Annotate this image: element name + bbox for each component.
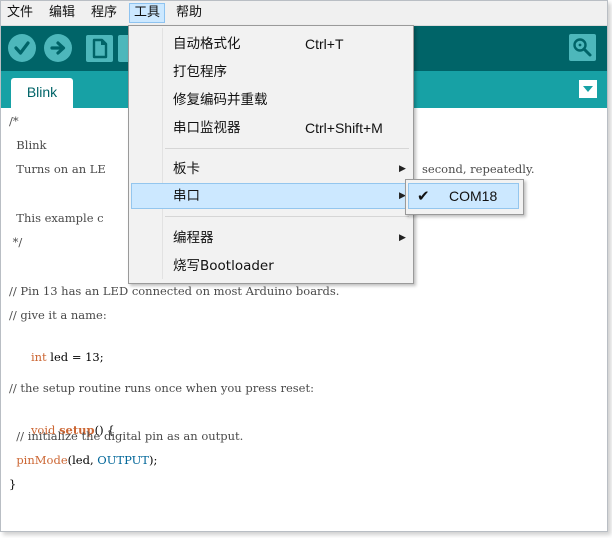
code-line: } [9,477,17,491]
port-submenu: ✔ COM18 [405,179,524,215]
code-line: /* [9,114,19,128]
code-line: Turns on an LE [9,162,106,176]
code-line: // initialize the digital pin as an outp… [9,429,244,443]
menu-separator [165,148,409,149]
code-line: pinMode(led, OUTPUT); [9,451,157,469]
menu-item-label: 编程器 [173,230,214,246]
menu-tools[interactable]: 工具 [129,3,166,23]
tab-blink[interactable]: Blink [11,78,73,108]
menu-bar: 文件 编辑 程序 工具 帮助 [1,1,607,26]
menu-item-label: 修复编码并重载 [173,92,268,108]
upload-button[interactable] [44,34,72,62]
code-line: void setup() { [9,403,115,437]
menu-file[interactable]: 文件 [3,3,37,23]
keyword: int [30,350,47,364]
menu-separator [165,216,409,217]
menu-item-archive-sketch[interactable]: 打包程序 [131,59,409,85]
checkmark-icon: ✔ [417,187,430,205]
shortcut-label: Ctrl+T [305,36,344,52]
upload-icon [50,41,66,55]
code-line-fragment: second, repeatedly. [422,162,535,176]
code-line: // the setup routine runs once when you … [9,381,314,395]
menu-edit[interactable]: 编辑 [45,3,79,23]
new-button[interactable] [86,35,113,62]
code-line: // Pin 13 has an LED connected on most A… [9,284,340,298]
serial-monitor-icon [573,38,592,57]
menu-item-label: 自动格式化 [173,36,241,52]
menu-item-label: 打包程序 [173,64,227,80]
menu-item-fix-encoding[interactable]: 修复编码并重载 [131,87,409,113]
code-text: (led, [67,453,98,467]
menu-item-auto-format[interactable]: 自动格式化 Ctrl+T [131,31,409,57]
menu-sketch[interactable]: 程序 [87,3,121,23]
menu-item-burn-bootloader[interactable]: 烧写Bootloader [131,253,409,279]
chevron-down-icon [583,86,593,92]
serial-monitor-button[interactable] [569,34,596,61]
code-text: led = 13; [46,350,104,364]
tools-menu: 自动格式化 Ctrl+T 打包程序 修复编码并重载 串口监视器 Ctrl+Shi… [128,25,414,284]
menu-item-programmer[interactable]: 编程器 ▶ [131,225,409,251]
menu-item-label: 串口监视器 [173,120,241,136]
code-text: ); [148,453,158,467]
code-line: This example c [9,211,104,225]
function-call: pinMode [16,453,68,467]
code-line: */ [9,235,23,249]
submenu-arrow-icon: ▶ [399,233,406,243]
menu-item-port[interactable]: 串口 ▶ [131,183,409,209]
code-line: Blink [9,138,47,152]
menu-item-label: 烧写Bootloader [173,258,274,274]
menu-item-board[interactable]: 板卡 ▶ [131,156,409,182]
menu-item-label: 板卡 [173,161,200,177]
verify-icon [14,41,30,55]
new-file-icon [92,38,108,59]
tab-menu-button[interactable] [579,80,597,98]
port-label: COM18 [449,188,498,204]
constant: OUTPUT [97,453,149,467]
arduino-ide-window: 文件 编辑 程序 工具 帮助 Blink /* Blink Turns on a… [0,0,608,532]
shortcut-label: Ctrl+Shift+M [305,120,383,136]
menu-item-label: 串口 [173,188,200,204]
menu-help[interactable]: 帮助 [172,3,206,23]
menu-item-serial-monitor[interactable]: 串口监视器 Ctrl+Shift+M [131,115,409,141]
code-line: // give it a name: [9,308,107,322]
code-line: int led = 13; [9,330,104,364]
verify-button[interactable] [8,34,36,62]
port-option-com18[interactable]: ✔ COM18 [408,183,519,209]
